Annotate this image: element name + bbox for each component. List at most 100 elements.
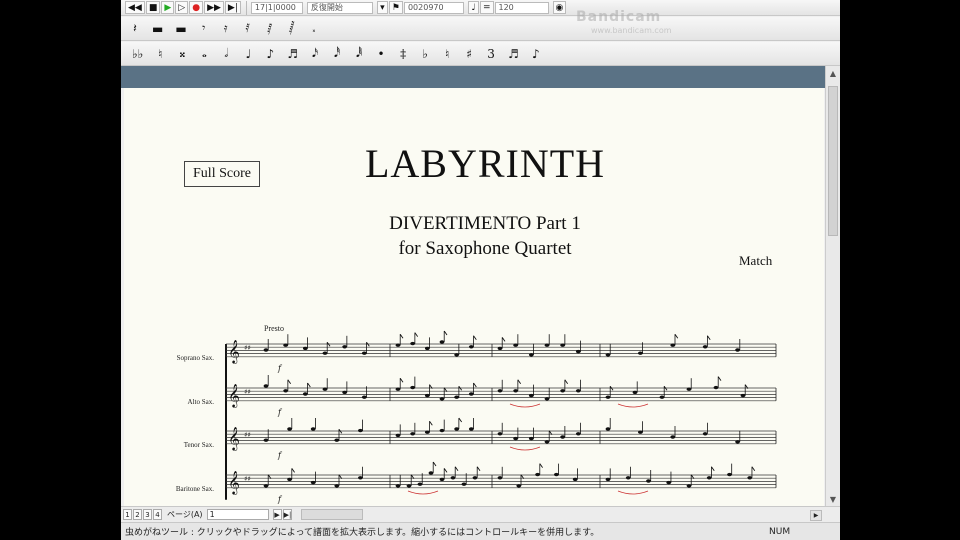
note-tool-8[interactable]: 𝅘𝅥𝅯 bbox=[307, 45, 323, 63]
quarter-note-icon[interactable]: ♩ bbox=[467, 1, 479, 14]
note-head bbox=[516, 484, 522, 488]
play-button[interactable]: ▶ bbox=[161, 1, 175, 14]
note-tool-4[interactable]: 𝅗𝅥 bbox=[218, 45, 234, 63]
staff-label-baritone: Baritone Sax. bbox=[175, 485, 214, 493]
note-tool-13[interactable]: ♭ bbox=[417, 45, 433, 63]
note-head bbox=[424, 430, 430, 434]
rest-tool-8[interactable]: 𝅃 bbox=[306, 20, 322, 38]
bar-position-field[interactable]: 17|1|0000 bbox=[250, 1, 303, 14]
rewind-button[interactable]: ◀◀ bbox=[125, 1, 145, 14]
flag-icon[interactable]: ⚑ bbox=[388, 1, 403, 14]
note-head bbox=[424, 393, 430, 398]
scroll-right-icon[interactable]: ▶ bbox=[810, 510, 822, 521]
note-head bbox=[410, 432, 416, 436]
rest-tool-7[interactable]: 𝅂 bbox=[284, 20, 300, 38]
note-head bbox=[686, 484, 692, 488]
note-flag bbox=[414, 332, 419, 337]
note-tool-9[interactable]: 𝅘𝅥𝅰 bbox=[329, 45, 345, 63]
note-tool-0[interactable]: ♭♭ bbox=[129, 45, 146, 63]
note-head bbox=[605, 353, 611, 357]
rest-tool-0[interactable]: 𝄽 bbox=[127, 20, 143, 38]
rest-tool-5[interactable]: 𝅀 bbox=[240, 20, 256, 38]
note-head bbox=[625, 476, 631, 480]
play-from-start-button[interactable]: ▷ bbox=[175, 1, 189, 14]
note-head bbox=[706, 476, 712, 480]
page-number-field[interactable]: 1 bbox=[206, 509, 269, 520]
vertical-scrollbar[interactable]: ▲ ▼ bbox=[825, 66, 840, 506]
rest-tool-6[interactable]: 𝅁 bbox=[262, 20, 278, 38]
rest-tool-4[interactable]: 𝄿 bbox=[218, 20, 234, 38]
scroll-thumb[interactable] bbox=[828, 86, 838, 236]
note-head bbox=[322, 351, 328, 355]
stop-button[interactable]: ■ bbox=[145, 1, 161, 14]
note-tool-11[interactable]: • bbox=[373, 45, 389, 63]
note-head bbox=[439, 340, 445, 344]
note-head bbox=[287, 477, 292, 482]
page-view-button-1[interactable]: 1 bbox=[123, 509, 132, 520]
note-flag bbox=[443, 330, 448, 336]
repeat-mode-select[interactable]: 反復開始 bbox=[306, 1, 373, 14]
note-head bbox=[575, 432, 581, 436]
note-tool-3[interactable]: 𝅝 bbox=[196, 45, 212, 63]
note-tool-1[interactable]: ♮ bbox=[152, 45, 168, 63]
slur bbox=[509, 403, 541, 408]
note-flag bbox=[707, 335, 711, 341]
treble-clef-icon: 𝄞 bbox=[228, 470, 240, 495]
metronome-icon[interactable]: ◉ bbox=[552, 1, 567, 14]
note-tool-10[interactable]: 𝅘𝅥𝅱 bbox=[351, 45, 367, 63]
note-head bbox=[302, 392, 308, 396]
next-page-icon[interactable]: ▶ bbox=[272, 509, 282, 520]
rest-tool-3[interactable]: 𝄾 bbox=[196, 20, 212, 38]
note-tool-7[interactable]: ♬ bbox=[284, 45, 301, 63]
note-flag bbox=[717, 376, 722, 381]
note-head bbox=[454, 427, 460, 431]
staff-label-soprano: Soprano Sax. bbox=[176, 354, 214, 362]
note-tool-12[interactable]: ‡ bbox=[395, 45, 411, 63]
note-head bbox=[686, 387, 692, 391]
note-tool-18[interactable]: ♪ bbox=[528, 45, 544, 63]
note-flag bbox=[307, 382, 311, 388]
dynamic-forte-icon: f bbox=[277, 451, 283, 460]
note-tool-15[interactable]: ♯ bbox=[461, 45, 477, 63]
note-head bbox=[572, 477, 578, 482]
score-page[interactable]: 𝄞 ♯♯ f 𝄞 ♯♯ f 𝄞 ♯♯ f 𝄞 ♯♯ f Full Score LABYRINTH DI… bbox=[124, 88, 824, 506]
note-flag bbox=[291, 468, 295, 473]
note-tool-6[interactable]: ♪ bbox=[262, 45, 278, 63]
note-tool-14[interactable]: ♮ bbox=[439, 45, 455, 63]
fast-forward-button[interactable]: ▶▶ bbox=[204, 1, 224, 14]
note-head bbox=[439, 428, 445, 433]
page-view-button-4[interactable]: 4 bbox=[153, 509, 162, 520]
note-tool-5[interactable]: ♩ bbox=[240, 45, 256, 63]
note-head bbox=[702, 345, 708, 349]
end-button[interactable]: ▶| bbox=[224, 1, 241, 14]
note-head bbox=[670, 343, 676, 347]
note-flag bbox=[711, 466, 715, 472]
note-flag bbox=[473, 335, 477, 341]
note-head bbox=[461, 482, 467, 486]
note-head bbox=[528, 436, 534, 441]
note-tool-16[interactable]: 3 bbox=[483, 45, 499, 63]
last-page-icon[interactable]: ▶| bbox=[282, 509, 293, 520]
horizontal-scrollbar[interactable] bbox=[301, 509, 364, 520]
page-view-button-3[interactable]: 3 bbox=[143, 509, 152, 520]
page-view-button-2[interactable]: 2 bbox=[133, 509, 142, 520]
note-flag bbox=[564, 379, 569, 385]
note-head bbox=[747, 476, 753, 480]
record-button[interactable]: ● bbox=[189, 1, 204, 14]
note-head bbox=[342, 345, 348, 349]
note-head bbox=[554, 472, 559, 477]
note-head bbox=[713, 385, 719, 390]
note-tool-17[interactable]: ♬ bbox=[505, 45, 522, 63]
rest-tool-1[interactable]: ▬ bbox=[149, 20, 166, 38]
time-field[interactable]: 0020970 bbox=[403, 1, 464, 14]
scroll-up-icon[interactable]: ▲ bbox=[826, 66, 840, 80]
note-head bbox=[358, 476, 363, 480]
rest-tool-2[interactable]: ▬ bbox=[172, 20, 189, 38]
tempo-field[interactable]: 120 bbox=[494, 1, 549, 14]
arrow-down-icon[interactable]: ▾ bbox=[376, 1, 388, 14]
note-head bbox=[468, 345, 474, 349]
scroll-down-icon[interactable]: ▼ bbox=[826, 492, 840, 506]
note-head bbox=[646, 479, 651, 483]
note-head bbox=[560, 343, 566, 347]
note-tool-2[interactable]: 𝄪 bbox=[174, 45, 190, 63]
